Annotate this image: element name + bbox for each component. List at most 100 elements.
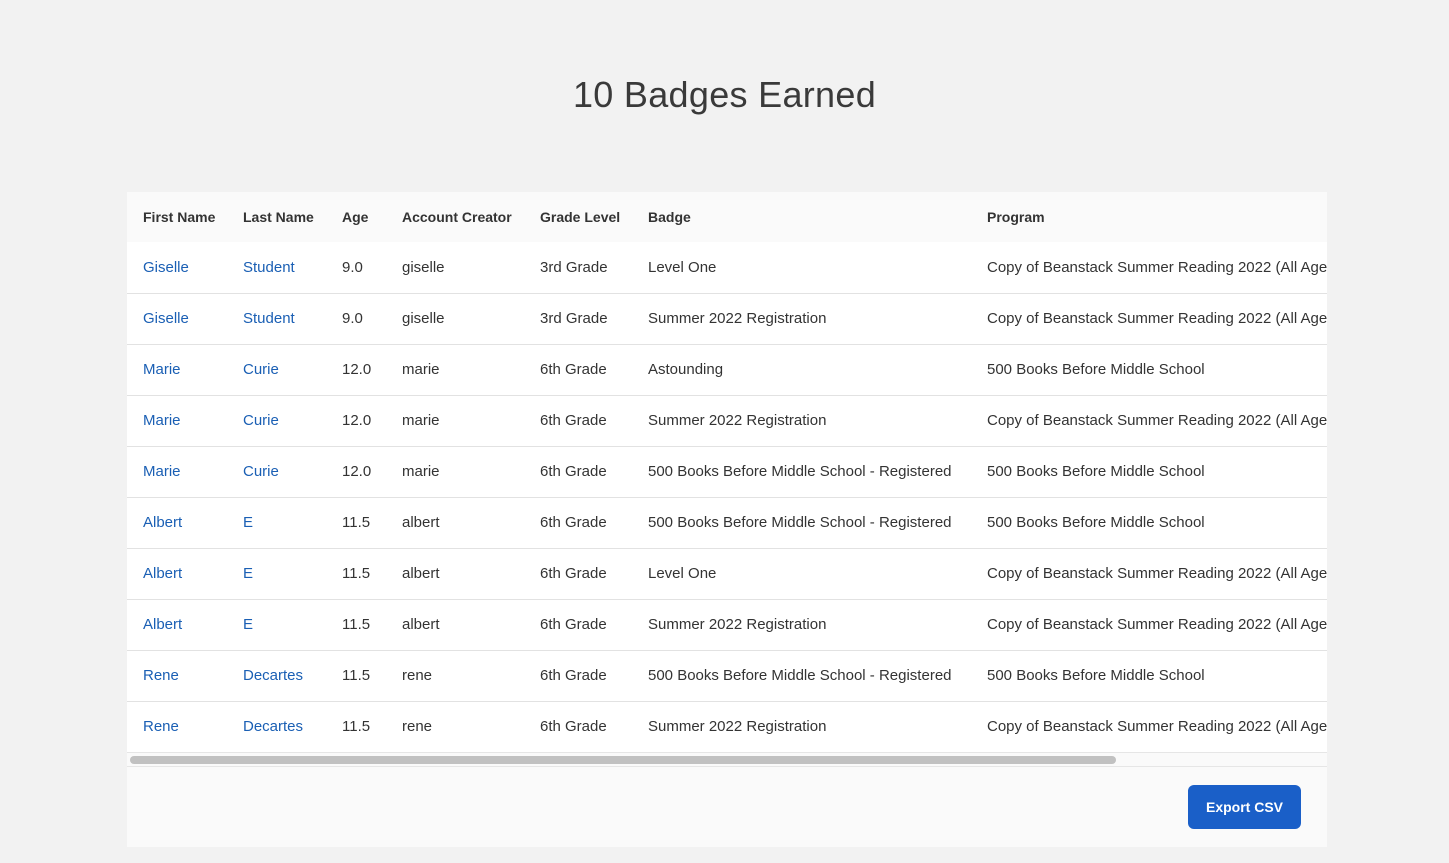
cell-last-name: Curie [227, 446, 326, 497]
cell-grade-level: 6th Grade [540, 667, 607, 684]
cell-last-name: E [227, 497, 326, 548]
cell-program: 500 Books Before Middle School [987, 667, 1205, 684]
cell-age: 12.0 [342, 463, 372, 480]
first-name-link[interactable]: Marie [143, 412, 181, 429]
last-name-link[interactable]: Decartes [243, 667, 303, 684]
cell-last-name: E [227, 548, 326, 599]
cell-account-creator: giselle [402, 310, 445, 327]
cell-first-name: Marie [127, 395, 227, 446]
cell-first-name: Rene [127, 650, 227, 701]
header-badge[interactable]: Badge [632, 192, 971, 242]
table-row: Rene Decartes 11.5 rene 6th Grade Summer… [127, 701, 1327, 752]
last-name-link[interactable]: Curie [243, 361, 279, 378]
cell-first-name: Giselle [127, 293, 227, 344]
table-row: Marie Curie 12.0 marie 6th Grade 500 Boo… [127, 446, 1327, 497]
cell-program: 500 Books Before Middle School [987, 361, 1205, 378]
cell-account-creator: rene [402, 667, 433, 684]
horizontal-scrollbar[interactable] [127, 752, 1327, 766]
table-row: Marie Curie 12.0 marie 6th Grade Summer … [127, 395, 1327, 446]
cell-badge: Summer 2022 Registration [648, 616, 827, 633]
export-csv-button[interactable]: Export CSV [1188, 785, 1301, 829]
cell-account-creator: marie [402, 463, 440, 480]
cell-badge: Summer 2022 Registration [648, 310, 827, 327]
cell-badge: 500 Books Before Middle School - Registe… [648, 463, 952, 480]
cell-last-name: Curie [227, 395, 326, 446]
header-grade-level[interactable]: Grade Level [524, 192, 632, 242]
cell-age: 9.0 [342, 310, 363, 327]
cell-badge: 500 Books Before Middle School - Registe… [648, 514, 952, 531]
table-row: Giselle Student 9.0 giselle 3rd Grade Le… [127, 242, 1327, 293]
first-name-link[interactable]: Rene [143, 718, 179, 735]
cell-first-name: Giselle [127, 242, 227, 293]
results-card: First Name Last Name Age Account Creator… [127, 192, 1327, 847]
cell-program: Copy of Beanstack Summer Reading 2022 (A… [987, 565, 1327, 582]
cell-badge: 500 Books Before Middle School - Registe… [648, 667, 952, 684]
cell-account-creator: giselle [402, 258, 445, 276]
first-name-link[interactable]: Giselle [143, 310, 189, 327]
table-row: Rene Decartes 11.5 rene 6th Grade 500 Bo… [127, 650, 1327, 701]
last-name-link[interactable]: Curie [243, 412, 279, 429]
cell-badge: Summer 2022 Registration [648, 718, 827, 735]
last-name-link[interactable]: Student [243, 259, 295, 276]
cell-grade-level: 6th Grade [540, 361, 607, 378]
cell-grade-level: 3rd Grade [540, 310, 608, 327]
cell-badge: Summer 2022 Registration [648, 412, 827, 429]
header-row: First Name Last Name Age Account Creator… [127, 192, 1327, 242]
scrollbar-thumb[interactable] [130, 756, 1116, 764]
header-last-name[interactable]: Last Name [227, 192, 326, 242]
cell-account-creator: albert [402, 514, 440, 531]
first-name-link[interactable]: Marie [143, 361, 181, 378]
cell-grade-level: 6th Grade [540, 514, 607, 531]
table-scroll-container[interactable]: First Name Last Name Age Account Creator… [127, 192, 1327, 766]
header-first-name[interactable]: First Name [127, 192, 227, 242]
cell-last-name: Curie [227, 344, 326, 395]
cell-first-name: Rene [127, 701, 227, 752]
cell-grade-level: 6th Grade [540, 463, 607, 480]
first-name-link[interactable]: Albert [143, 565, 182, 582]
first-name-link[interactable]: Marie [143, 463, 181, 480]
cell-last-name: Student [227, 293, 326, 344]
cell-grade-level: 6th Grade [540, 616, 607, 633]
cell-first-name: Marie [127, 446, 227, 497]
cell-last-name: Decartes [227, 650, 326, 701]
page-title: 10 Badges Earned [572, 74, 877, 115]
cell-program: Copy of Beanstack Summer Reading 2022 (A… [987, 412, 1327, 429]
cell-grade-level: 6th Grade [540, 718, 607, 735]
cell-account-creator: albert [402, 565, 440, 582]
last-name-link[interactable]: Student [243, 310, 295, 327]
first-name-link[interactable]: Giselle [143, 259, 189, 276]
cell-first-name: Albert [127, 548, 227, 599]
header-age[interactable]: Age [326, 192, 386, 242]
cell-grade-level: 6th Grade [540, 565, 607, 582]
cell-program: Copy of Beanstack Summer Reading 2022 (A… [987, 258, 1327, 276]
last-name-link[interactable]: E [243, 565, 253, 582]
cell-account-creator: rene [402, 718, 433, 735]
last-name-link[interactable]: E [243, 514, 253, 531]
table-row: Albert E 11.5 albert 6th Grade Summer 20… [127, 599, 1327, 650]
cell-age: 11.5 [342, 667, 371, 684]
last-name-link[interactable]: Decartes [243, 718, 303, 735]
cell-age: 11.5 [342, 718, 371, 735]
cell-program: Copy of Beanstack Summer Reading 2022 (A… [987, 616, 1327, 633]
table-row: Marie Curie 12.0 marie 6th Grade Astound… [127, 344, 1327, 395]
cell-age: 11.5 [342, 565, 371, 582]
header-account-creator[interactable]: Account Creator [386, 192, 524, 242]
cell-badge: Level One [648, 258, 717, 276]
cell-age: 11.5 [342, 514, 371, 531]
cell-first-name: Marie [127, 344, 227, 395]
cell-grade-level: 6th Grade [540, 412, 607, 429]
first-name-link[interactable]: Albert [143, 514, 182, 531]
cell-age: 12.0 [342, 361, 372, 378]
cell-badge: Level One [648, 565, 717, 582]
first-name-link[interactable]: Albert [143, 616, 182, 633]
badges-table: First Name Last Name Age Account Creator… [127, 192, 1327, 753]
header-program[interactable]: Program [971, 192, 1327, 242]
cell-first-name: Albert [127, 497, 227, 548]
last-name-link[interactable]: Curie [243, 463, 279, 480]
cell-program: 500 Books Before Middle School [987, 514, 1205, 531]
cell-account-creator: marie [402, 412, 440, 429]
last-name-link[interactable]: E [243, 616, 253, 633]
cell-program: Copy of Beanstack Summer Reading 2022 (A… [987, 718, 1327, 735]
table-body: Giselle Student 9.0 giselle 3rd Grade Le… [127, 242, 1327, 752]
first-name-link[interactable]: Rene [143, 667, 179, 684]
